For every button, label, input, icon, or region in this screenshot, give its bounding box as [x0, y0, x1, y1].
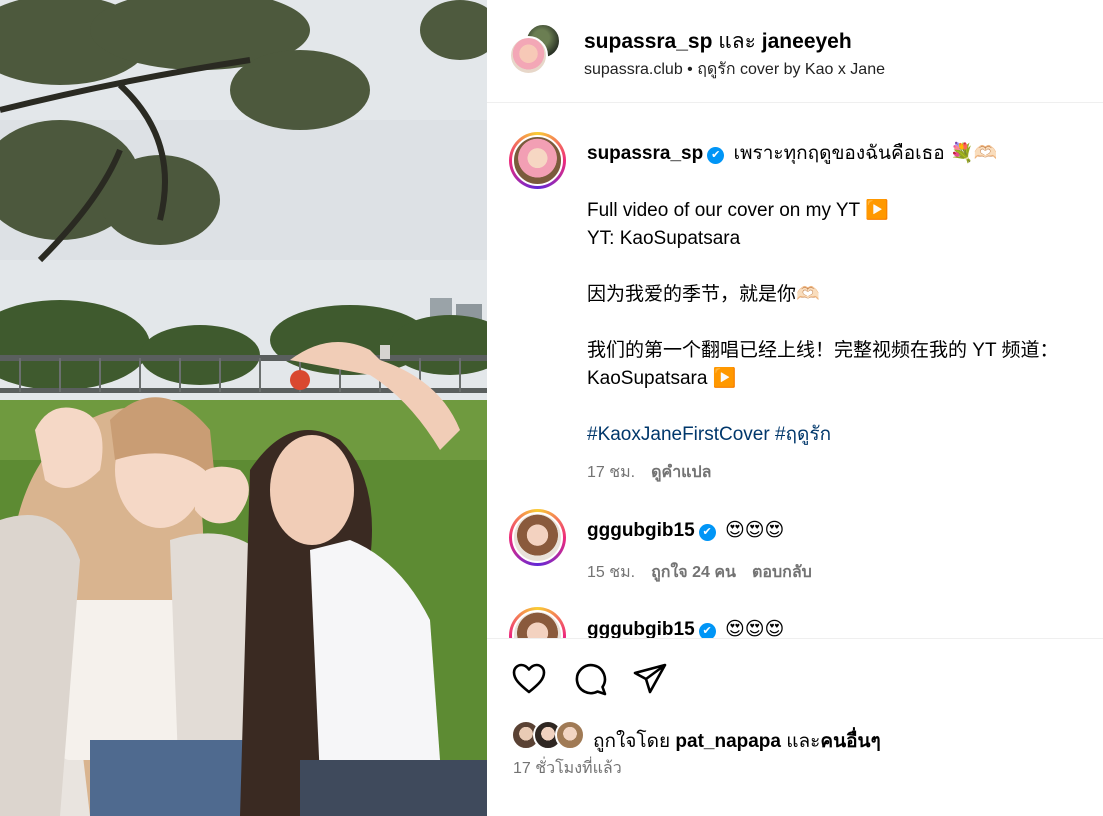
post-side-panel: supassra_sp และ janeeyeh supassra.club •… [487, 0, 1103, 816]
liked-by-others[interactable]: คนอื่นๆ [820, 731, 880, 752]
paper-plane-icon[interactable] [632, 661, 668, 697]
author-link[interactable]: janeeyeh [762, 30, 852, 53]
collab-avatars[interactable] [509, 23, 561, 75]
comment-time[interactable]: 15 ชม. [587, 564, 635, 581]
caption-avatar[interactable] [509, 132, 566, 189]
caption-line: supassra_sp ✔ เพราะทุกฤดูของฉันคือเธอ 💐🫶🏻 [587, 140, 997, 168]
author-conj: และ [718, 30, 756, 53]
comments-list[interactable]: supassra_sp ✔ เพราะทุกฤดูของฉันคือเธอ 💐🫶🏻… [487, 104, 1103, 638]
comment-avatar[interactable] [509, 607, 566, 638]
translate-link[interactable]: ดูคำแปล [651, 464, 711, 481]
caption-meta: 17 ชม. ดูคำแปล [587, 460, 711, 485]
verified-badge-icon: ✔ [698, 623, 716, 638]
comment-username[interactable]: gggubgib15 [587, 619, 695, 638]
caption-line: KaoSupatsara ▶️ [587, 368, 737, 389]
avatar [512, 512, 563, 563]
avatar [555, 720, 585, 750]
caption-hashtags[interactable]: #KaoxJaneFirstCover #ฤดูรัก [587, 421, 831, 449]
caption-text: เพราะทุกฤดูของฉันคือเธอ 💐🫶🏻 [733, 143, 998, 164]
avatar [512, 610, 563, 638]
liked-by-text: ถูกใจโดย pat_napapa และคนอื่นๆ [593, 726, 881, 756]
avatar [512, 135, 563, 186]
post-authors: supassra_sp และ janeeyeh [584, 25, 852, 58]
avatar[interactable] [509, 36, 548, 75]
caption-line: Full video of our cover on my YT ▶️ [587, 200, 889, 221]
heart-icon[interactable] [511, 661, 547, 697]
post-photo-illustration [0, 0, 487, 816]
liked-by-and: และ [786, 731, 821, 752]
caption-line: 我们的第一个翻唱已经上线！完整视频在我的 YT 频道： [587, 340, 1059, 361]
post-actions: ถูกใจโดย pat_napapa และคนอื่นๆ [487, 638, 1103, 816]
verified-badge-icon: ✔ [698, 524, 716, 541]
verified-badge-icon: ✔ [707, 147, 725, 164]
caption-line: 因为我爱的季节，就是你🫶🏻 [587, 284, 820, 305]
comment-text: 😍😍😍 [724, 619, 785, 638]
comment-avatar[interactable] [509, 509, 566, 566]
caption-time[interactable]: 17 ชม. [587, 464, 635, 481]
post-image[interactable] [0, 0, 487, 816]
comment-username[interactable]: gggubgib15 [587, 520, 695, 541]
comment-meta: 15 ชม. ถูกใจ 24 คน ตอบกลับ [587, 560, 812, 585]
post-timestamp[interactable]: 17 ชั่วโมงที่แล้ว [513, 756, 622, 781]
reply-button[interactable]: ตอบกลับ [752, 564, 812, 581]
comment-text: 😍😍😍 [724, 520, 785, 541]
caption-username[interactable]: supassra_sp [587, 143, 703, 164]
comment-line: gggubgib15 ✔ 😍😍😍 [587, 517, 784, 545]
liked-by-user[interactable]: pat_napapa [675, 731, 781, 752]
comment-likes[interactable]: ถูกใจ 24 คน [651, 564, 736, 581]
comment-line: gggubgib15 ✔ 😍😍😍 [587, 616, 784, 638]
post-header: supassra_sp และ janeeyeh supassra.club •… [487, 0, 1103, 103]
author-link[interactable]: supassra_sp [584, 30, 712, 53]
comment-bubble-icon[interactable] [572, 661, 608, 697]
liked-by-prefix: ถูกใจโดย [593, 731, 671, 752]
post-subtitle[interactable]: supassra.club • ฤดูรัก cover by Kao x Ja… [584, 57, 885, 82]
caption-line: YT: KaoSupatsara [587, 228, 741, 249]
